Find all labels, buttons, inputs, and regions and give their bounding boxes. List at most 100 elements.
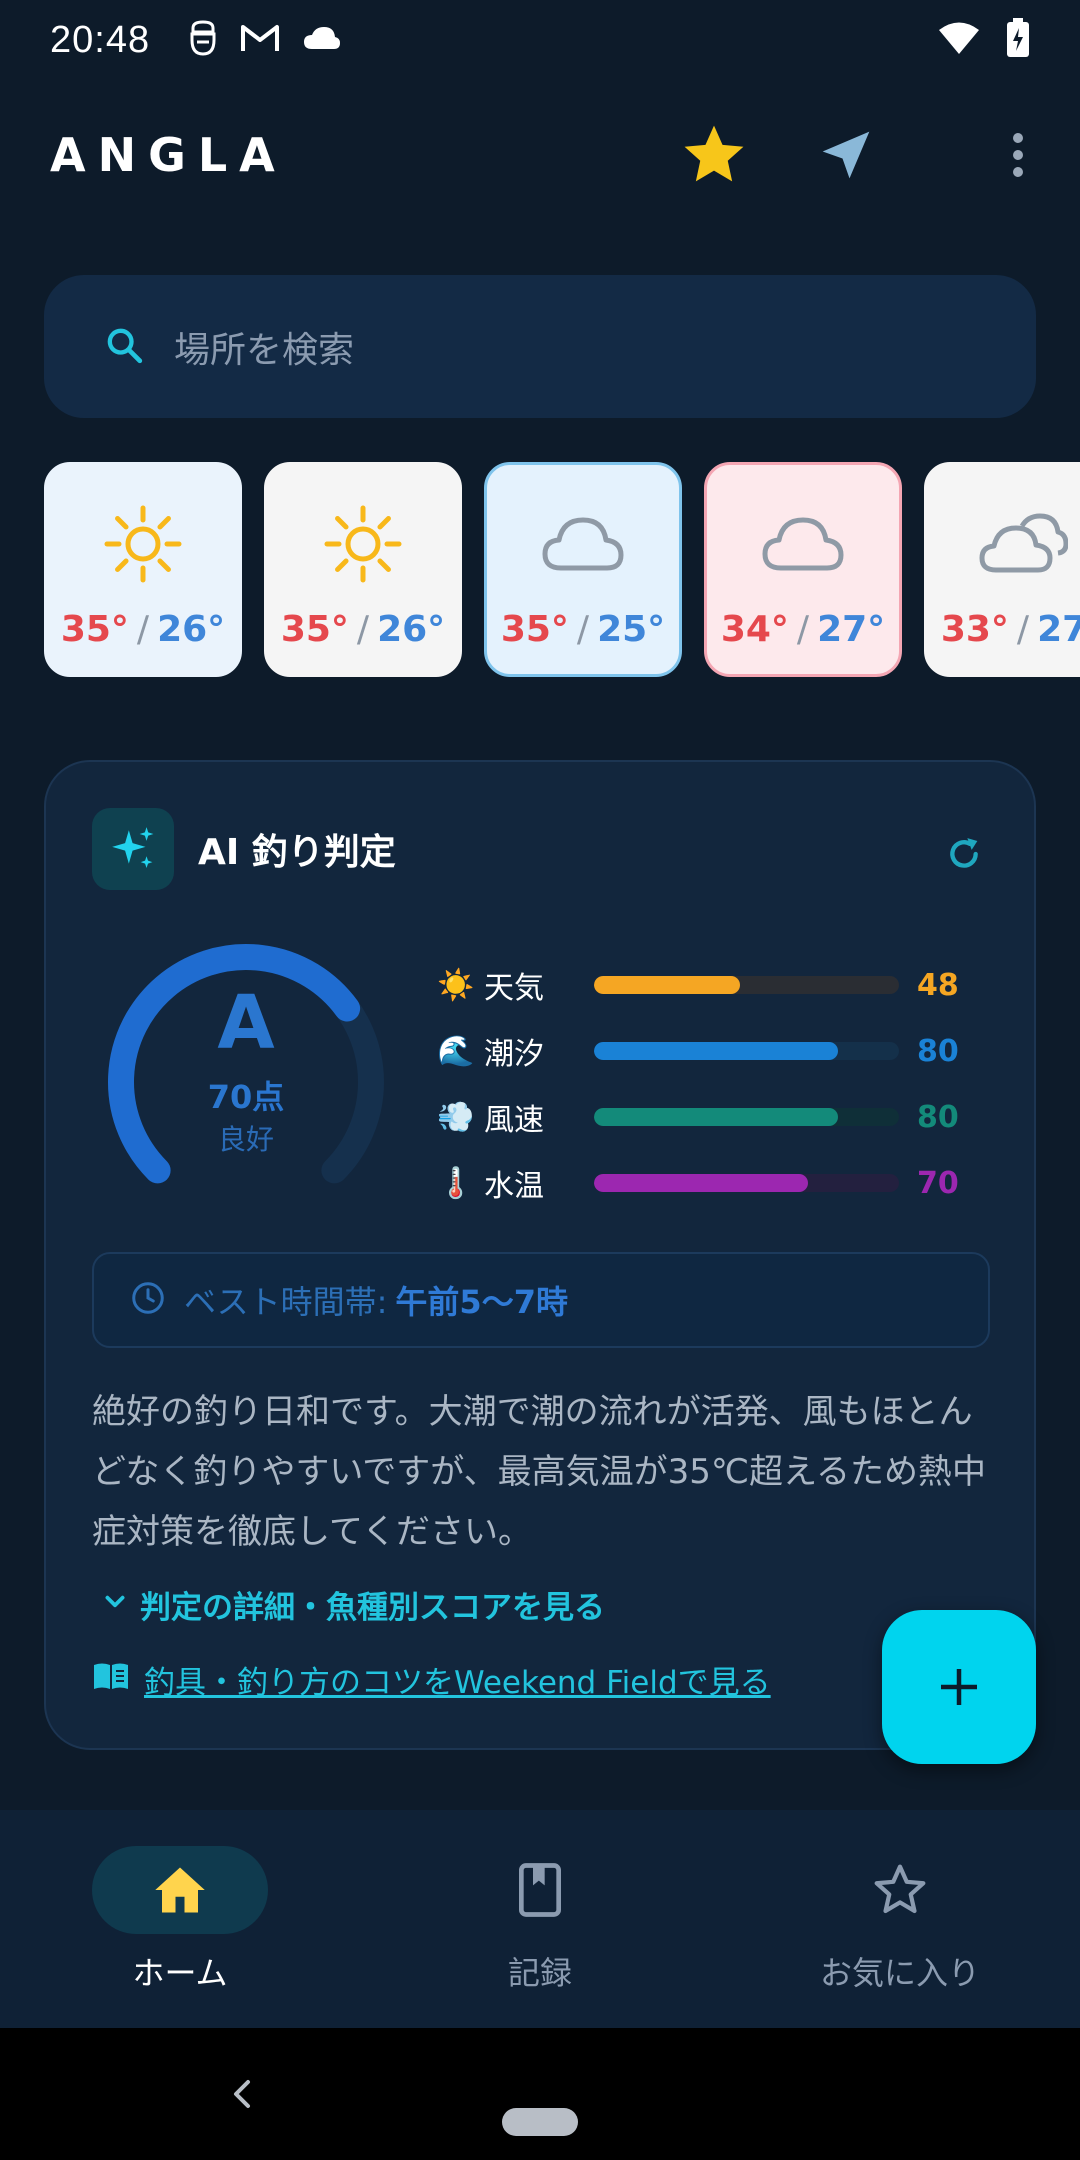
metric-row: ☀️ 天気 48 [436, 952, 996, 1018]
temp-high: 35° [500, 609, 569, 650]
forecast-temps: 33°/27° [941, 609, 1080, 650]
search-placeholder: 場所を検索 [174, 329, 355, 371]
add-fab-button[interactable] [882, 1610, 1036, 1764]
app-title: ANGLA [50, 128, 287, 182]
best-time-box: ベスト時間帯: 午前5〜7時 [92, 1252, 990, 1348]
forecast-card[interactable]: 35°/26° [44, 462, 242, 677]
refresh-button[interactable] [934, 824, 994, 884]
temp-separator: / [136, 609, 150, 650]
temp-low: 25° [597, 609, 666, 650]
home-gesture-pill[interactable] [502, 2108, 578, 2136]
temp-low: 26° [377, 609, 446, 650]
grade-letter: A [217, 980, 275, 1066]
nav-home-pill [92, 1846, 268, 1934]
favorite-star-button[interactable] [674, 115, 754, 195]
temp-low: 27° [1037, 609, 1080, 650]
nav-item-home[interactable]: ホーム [0, 1810, 360, 2028]
nav-item-records[interactable]: 記録 [360, 1810, 720, 2028]
nav-item-favorites[interactable]: お気に入り [720, 1810, 1080, 2028]
location-button[interactable] [806, 115, 886, 195]
nav-records-label: 記録 [507, 1954, 572, 1992]
plus-icon [941, 1669, 977, 1705]
cloud-icon [761, 499, 845, 589]
metric-icon: 🌊 [437, 1033, 475, 1069]
metric-bar-track [594, 1042, 899, 1060]
metric-label: 天気 [484, 971, 544, 1006]
metric-value: 80 [917, 1099, 959, 1135]
grade-label: 良好 [217, 1123, 274, 1156]
home-icon [155, 1867, 205, 1913]
forecast-card[interactable]: 33°/27° [924, 462, 1080, 677]
forecast-card[interactable]: 35°/25° [484, 462, 682, 677]
detail-toggle-label: 判定の詳細・魚種別スコアを見る [140, 1590, 605, 1626]
temp-low: 27° [817, 609, 886, 650]
metric-bar-fill [594, 1174, 808, 1192]
metric-row: 🌊 潮汐 80 [436, 1018, 996, 1084]
forecast-temps: 35°/26° [61, 609, 225, 650]
ai-card-title: AI 釣り判定 [198, 832, 396, 873]
bottom-navigation: ホーム 記録 お気に入り [0, 1810, 1080, 2028]
metric-row: 💨 風速 80 [436, 1084, 996, 1150]
nav-records-pill [452, 1846, 628, 1934]
temp-separator: / [576, 609, 590, 650]
metric-bar-track [594, 976, 899, 994]
status-bar: 20:48 [0, 0, 1080, 80]
guide-link[interactable]: 釣具・釣り方のコツをWeekend Fieldで見る [92, 1657, 771, 1702]
cloud-status-icon [302, 25, 342, 55]
ai-fishing-card: AI 釣り判定 A 70点 良好 ☀️ 天気 48 🌊 潮汐 80 💨 風速 80 🌡️ 水温 70 … [44, 760, 1036, 1750]
forecast-strip[interactable]: 35°/26°35°/26°35°/25°34°/27°33°/27° [44, 462, 1080, 677]
nav-home-label: ホーム [132, 1954, 228, 1992]
metric-bar-track [594, 1174, 899, 1192]
forecast-card[interactable]: 34°/27° [704, 462, 902, 677]
system-navigation-bar [0, 2028, 1080, 2160]
refresh-icon [950, 838, 978, 868]
more-vert-icon [1013, 133, 1023, 177]
forecast-temps: 35°/25° [501, 609, 665, 650]
sun-icon [321, 499, 405, 589]
metric-label: 水温 [484, 1169, 544, 1204]
metric-list: ☀️ 天気 48 🌊 潮汐 80 💨 風速 80 🌡️ 水温 70 [436, 952, 996, 1216]
temp-high: 33° [940, 609, 1009, 650]
back-icon[interactable] [222, 2074, 262, 2114]
metric-value: 80 [917, 1033, 959, 1069]
best-time-value: 午前5〜7時 [395, 1283, 568, 1321]
star-filled-icon [684, 125, 744, 182]
temp-separator: / [356, 609, 370, 650]
status-time: 20:48 [50, 18, 151, 61]
temp-low: 26° [157, 609, 226, 650]
guide-link-label: 釣具・釣り方のコツをWeekend Fieldで見る [144, 1665, 771, 1701]
nav-favorites-label: お気に入り [819, 1954, 980, 1992]
search-bar[interactable]: 場所を検索 [44, 275, 1036, 418]
metric-bar-fill [594, 1108, 838, 1126]
metric-label: 潮汐 [484, 1037, 544, 1072]
forecast-card[interactable]: 35°/26° [264, 462, 462, 677]
clock-icon [130, 1280, 166, 1320]
metric-bar-fill [594, 976, 741, 994]
temp-high: 34° [720, 609, 789, 650]
gmail-icon [240, 23, 280, 57]
ai-description: 絶好の釣り日和です。大潮で潮の流れが活発、風もほとんどなく釣りやすいですが、最高… [92, 1392, 987, 1552]
navigation-arrow-icon [822, 131, 870, 179]
star-outline-icon [874, 1864, 926, 1914]
nav-favorites-pill [812, 1846, 988, 1934]
grade-score: 70点 [207, 1078, 285, 1116]
book-open-icon [92, 1661, 130, 1699]
score-gauge: A 70点 良好 [96, 932, 396, 1232]
forecast-temps: 35°/26° [281, 609, 445, 650]
metric-icon: ☀️ [437, 967, 475, 1003]
temp-high: 35° [280, 609, 349, 650]
metric-value: 70 [917, 1165, 959, 1201]
sun-icon [101, 499, 185, 589]
more-options-button[interactable] [1006, 115, 1030, 195]
metric-row: 🌡️ 水温 70 [436, 1150, 996, 1216]
search-icon [104, 325, 144, 369]
metric-label: 風速 [484, 1103, 544, 1138]
chevron-down-icon [102, 1587, 128, 1623]
cloud-icon [541, 499, 625, 589]
metric-icon: 🌡️ [437, 1165, 475, 1201]
sparkle-icon [92, 808, 174, 890]
metric-bar-track [594, 1108, 899, 1126]
detail-toggle[interactable]: 判定の詳細・魚種別スコアを見る [102, 1582, 605, 1627]
metric-value: 48 [917, 967, 959, 1003]
temp-high: 35° [60, 609, 129, 650]
